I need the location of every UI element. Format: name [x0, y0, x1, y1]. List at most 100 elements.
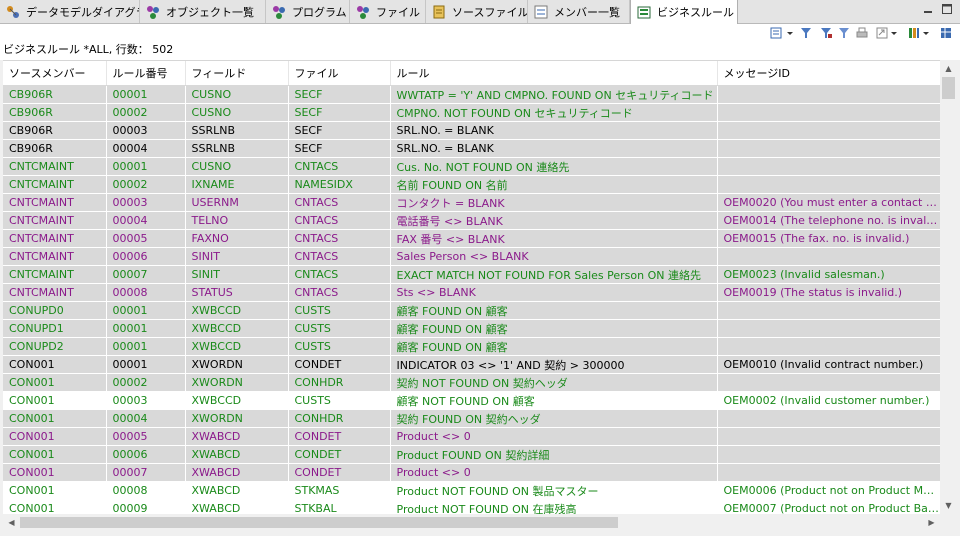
- cell-message-id: [717, 103, 940, 122]
- cell-rule: WWTATP = 'Y' AND CMPNO. FOUND ON セキュリティコ…: [390, 85, 718, 104]
- view-menu-icon[interactable]: [770, 27, 782, 39]
- export-icon[interactable]: [876, 27, 888, 39]
- print-icon[interactable]: [856, 27, 868, 39]
- cell-rule-number: 00006: [106, 247, 186, 266]
- cell-file: CNTACS: [288, 247, 391, 266]
- cell-message-id: [717, 373, 940, 392]
- column-header-source-member[interactable]: ソースメンバー: [3, 61, 107, 86]
- table-row[interactable]: CONUPD0 00001 XWBCCD CUSTS 顧客 FOUND ON 顧客: [3, 301, 940, 320]
- tab-program[interactable]: プログラム: [266, 0, 350, 23]
- table-row[interactable]: CON001 00003 XWBCCD CUSTS 顧客 NOT FOUND ON 顧客…: [3, 391, 940, 410]
- table-row[interactable]: CB906R 00002 CUSNO SECF CMPNO. NOT FOUND ON …: [3, 103, 940, 122]
- settings-grid-icon[interactable]: [940, 27, 952, 39]
- maximize-icon[interactable]: [941, 3, 953, 15]
- cell-source-member: CONUPD1: [3, 319, 107, 338]
- table-row[interactable]: CON001 00001 XWORDN CONDET INDICATOR 03 <> '…: [3, 355, 940, 374]
- chevron-down-icon[interactable]: [890, 27, 898, 39]
- column-header-field[interactable]: フィールド: [185, 61, 289, 86]
- cell-message-id: OEM0010 (Invalid contract number.): [717, 355, 940, 374]
- columns-icon[interactable]: [908, 27, 920, 39]
- cell-message-id: [717, 409, 940, 428]
- tab-source-file[interactable]: ソースファイル: [426, 0, 528, 23]
- scroll-down-icon[interactable]: ▼: [940, 497, 957, 514]
- cell-rule: 顧客 NOT FOUND ON 顧客: [390, 391, 718, 410]
- table-row[interactable]: CNTCMAINT 00008 STATUS CNTACS Sts <> BLANK OE…: [3, 283, 940, 302]
- cell-message-id: [717, 463, 940, 482]
- tab-data-model-diagram[interactable]: データモデルダイアグラム: [0, 0, 140, 23]
- filter-icon[interactable]: [838, 27, 850, 39]
- cell-message-id: [717, 319, 940, 338]
- tab-file[interactable]: ファイル: [350, 0, 426, 23]
- column-header-message-id[interactable]: メッセージID: [717, 61, 940, 86]
- table-row[interactable]: CONUPD1 00001 XWBCCD CUSTS 顧客 FOUND ON 顧客: [3, 319, 940, 338]
- cell-source-member: CON001: [3, 409, 107, 428]
- table-row[interactable]: CNTCMAINT 00003 USERNM CNTACS コンタクト = BLANK O…: [3, 193, 940, 212]
- cell-field: CUSNO: [185, 157, 289, 176]
- cell-message-id: [717, 157, 940, 176]
- cell-file: CONDET: [288, 355, 391, 374]
- cell-field: IXNAME: [185, 175, 289, 194]
- table-row[interactable]: CB906R 00003 SSRLNB SECF SRL.NO. = BLANK: [3, 121, 940, 140]
- program-icon: [272, 5, 286, 19]
- table-row[interactable]: CONUPD2 00001 XWBCCD CUSTS 顧客 FOUND ON 顧客: [3, 337, 940, 356]
- table-row[interactable]: CNTCMAINT 00006 SINIT CNTACS Sales Person <>…: [3, 247, 940, 266]
- chevron-down-icon[interactable]: [922, 27, 930, 39]
- cell-rule: Sts <> BLANK: [390, 283, 718, 302]
- cell-rule: 契約 FOUND ON 契約ヘッダ: [390, 409, 718, 428]
- table-row[interactable]: CON001 00007 XWABCD CONDET Product <> 0: [3, 463, 940, 482]
- table-row[interactable]: CNTCMAINT 00007 SINIT CNTACS EXACT MATCH NOT…: [3, 265, 940, 284]
- table-row[interactable]: CON001 00008 XWABCD STKMAS Product NOT FOUND…: [3, 481, 940, 500]
- horizontal-scroll-thumb[interactable]: [20, 517, 618, 528]
- table-row[interactable]: CON001 00004 XWORDN CONHDR 契約 FOUND ON 契約ヘッダ: [3, 409, 940, 428]
- cell-source-member: CB906R: [3, 85, 107, 104]
- table-row[interactable]: CNTCMAINT 00005 FAXNO CNTACS FAX 番号 <> BLANK…: [3, 229, 940, 248]
- scroll-right-icon[interactable]: ▶: [923, 514, 940, 531]
- cell-file: CONHDR: [288, 373, 391, 392]
- column-header-rule[interactable]: ルール: [390, 61, 718, 86]
- filter-field-icon[interactable]: [800, 27, 812, 39]
- vertical-scroll-thumb[interactable]: [942, 77, 955, 99]
- object-list-icon: [146, 5, 160, 19]
- cell-rule: FAX 番号 <> BLANK: [390, 229, 718, 248]
- cell-field: SSRLNB: [185, 139, 289, 158]
- scroll-left-icon[interactable]: ◀: [3, 514, 20, 531]
- tab-business-rule[interactable]: ビジネスルール ✕: [630, 0, 738, 24]
- cell-field: XWBCCD: [185, 337, 289, 356]
- table-row[interactable]: CON001 00006 XWABCD CONDET Product FOUND ON …: [3, 445, 940, 464]
- chevron-down-icon[interactable]: [786, 27, 794, 39]
- cell-source-member: CON001: [3, 373, 107, 392]
- cell-source-member: CNTCMAINT: [3, 283, 107, 302]
- tab-label: ファイル: [376, 5, 420, 19]
- vertical-scrollbar[interactable]: ▲ ▼: [940, 60, 957, 514]
- tab-member-list[interactable]: メンバー一覧: [528, 0, 630, 23]
- cell-message-id: [717, 337, 940, 356]
- column-header-file[interactable]: ファイル: [288, 61, 391, 86]
- cell-field: SINIT: [185, 265, 289, 284]
- table-row[interactable]: CNTCMAINT 00004 TELNO CNTACS 電話番号 <> BLANK OE…: [3, 211, 940, 230]
- tab-object-list[interactable]: オブジェクト一覧: [140, 0, 266, 23]
- cell-source-member: CONUPD0: [3, 301, 107, 320]
- table-row[interactable]: CNTCMAINT 00001 CUSNO CNTACS Cus. No. NOT FO…: [3, 157, 940, 176]
- cell-file: CONDET: [288, 463, 391, 482]
- table-row[interactable]: CON001 00009 XWABCD STKBAL Product NOT FOUND…: [3, 499, 940, 515]
- tab-label: オブジェクト一覧: [166, 5, 254, 19]
- table-row[interactable]: CB906R 00004 SSRLNB SECF SRL.NO. = BLANK: [3, 139, 940, 158]
- cell-source-member: CNTCMAINT: [3, 157, 107, 176]
- cell-rule-number: 00001: [106, 337, 186, 356]
- cell-file: CUSTS: [288, 301, 391, 320]
- table-row[interactable]: CON001 00002 XWORDN CONHDR 契約 NOT FOUND ON 契…: [3, 373, 940, 392]
- filter-rule-icon[interactable]: [820, 27, 832, 39]
- column-header-rule-number[interactable]: ルール番号: [106, 61, 186, 86]
- scroll-up-icon[interactable]: ▲: [940, 60, 957, 77]
- cell-file: CUSTS: [288, 337, 391, 356]
- table-row[interactable]: CON001 00005 XWABCD CONDET Product <> 0: [3, 427, 940, 446]
- cell-file: CNTACS: [288, 157, 391, 176]
- cell-rule-number: 00005: [106, 427, 186, 446]
- table-row[interactable]: CNTCMAINT 00002 IXNAME NAMESIDX 名前 FOUND ON …: [3, 175, 940, 194]
- cell-rule-number: 00001: [106, 85, 186, 104]
- cell-message-id: [717, 301, 940, 320]
- minimize-icon[interactable]: [922, 3, 934, 15]
- horizontal-scrollbar[interactable]: ◀ ▶: [3, 514, 940, 531]
- table-row[interactable]: CB906R 00001 CUSNO SECF WWTATP = 'Y' AND CMP…: [3, 85, 940, 104]
- cell-field: CUSNO: [185, 85, 289, 104]
